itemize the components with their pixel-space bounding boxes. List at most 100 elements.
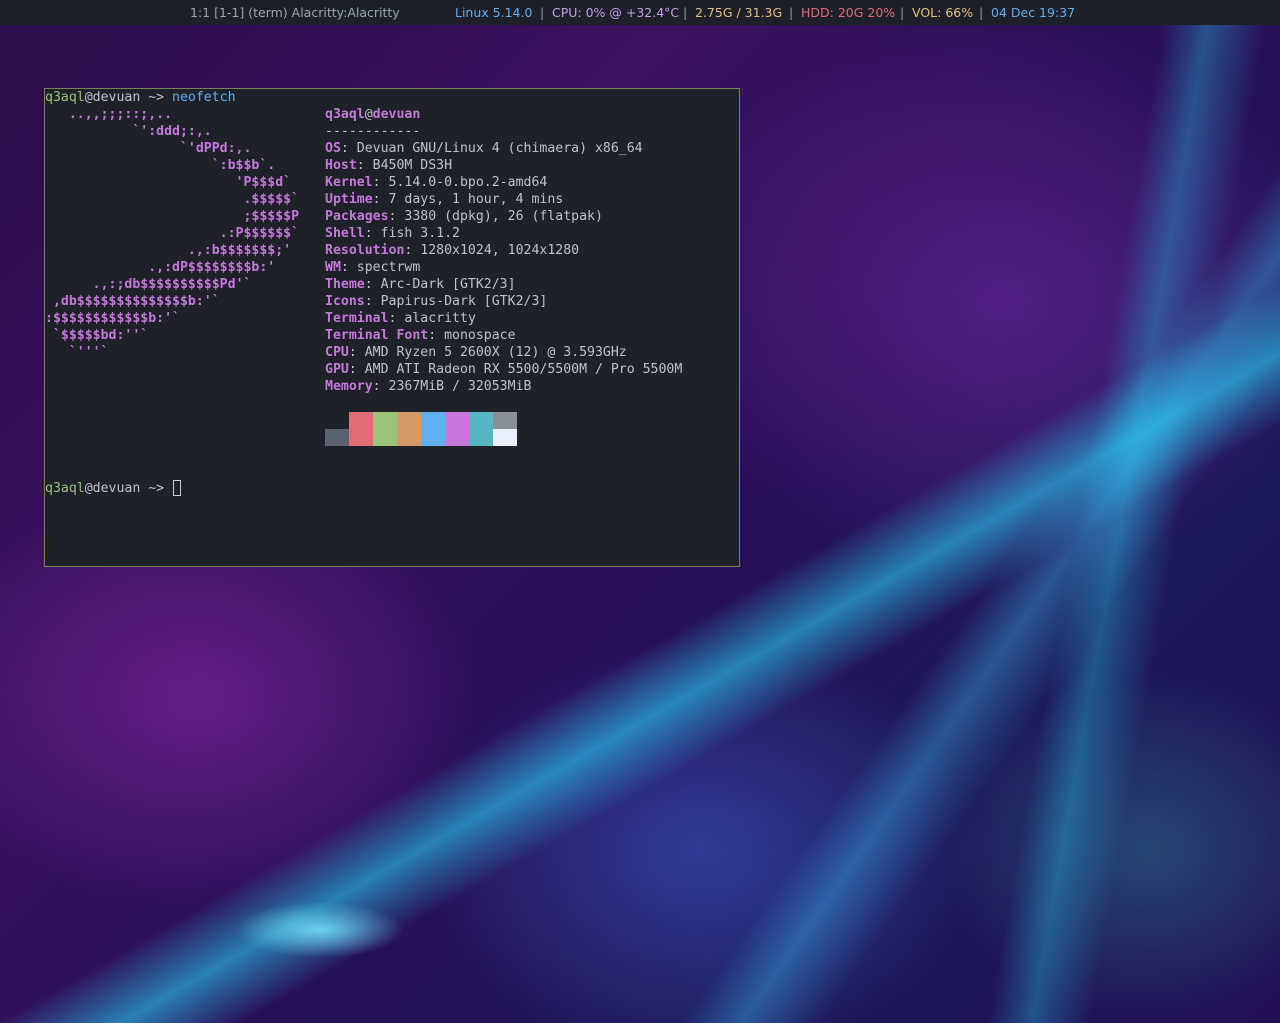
palette-swatch — [397, 429, 421, 446]
info-value: monospace — [444, 328, 516, 343]
logo-line: :$$$$$$$$$$$$b:'` — [45, 311, 180, 326]
logo-line: .,:b$$$$$$$;' — [45, 243, 292, 258]
info-row: Packages: 3380 (dpkg), 26 (flatpak) — [325, 208, 603, 225]
palette-swatch — [349, 412, 373, 429]
info-key: Terminal — [325, 311, 389, 326]
cpu-status: CPU: 0% @ +32.4°C — [552, 5, 680, 20]
palette-swatch — [373, 429, 397, 446]
info-separator: : — [372, 175, 389, 190]
logo-line: .$$$$$` — [45, 192, 300, 207]
prompt-arrow: ~> — [140, 481, 173, 496]
info-value: 3380 (dpkg), 26 (flatpak) — [404, 209, 603, 224]
info-row: Memory: 2367MiB / 32053MiB — [325, 378, 531, 395]
info-key: Packages — [325, 209, 389, 224]
info-key: Uptime — [325, 192, 373, 207]
info-value: 1280x1024, 1024x1280 — [420, 243, 580, 258]
logo-line: 'P$$$d` — [45, 175, 292, 190]
palette-swatch — [445, 429, 469, 446]
info-row: Shell: fish 3.1.2 — [325, 225, 460, 242]
palette-swatch — [325, 412, 349, 429]
logo-line: `':ddd;:,. — [45, 124, 212, 139]
info-value: alacritty — [404, 311, 476, 326]
kernel-status: Linux 5.14.0 — [455, 5, 533, 20]
info-key: OS — [325, 141, 341, 156]
info-at: @ — [364, 107, 373, 122]
prompt-line: q3aql@devuan ~> neofetch — [45, 89, 236, 106]
info-key: WM — [325, 260, 341, 275]
info-row: Terminal: alacritty — [325, 310, 476, 327]
info-value: spectrwm — [356, 260, 421, 275]
logo-line: `'dPPd:,. — [45, 141, 252, 156]
palette-swatch — [373, 412, 397, 429]
separator: | — [683, 5, 688, 20]
prompt-host: @devuan — [84, 90, 141, 105]
prompt-command: neofetch — [172, 90, 236, 105]
info-value: fish 3.1.2 — [380, 226, 460, 241]
prompt-user: q3aql — [45, 90, 85, 105]
info-row: Terminal Font: monospace — [325, 327, 516, 344]
info-user: q3aql — [325, 107, 365, 122]
info-separator: : — [356, 158, 373, 173]
logo-line: ..,,;;;::;,.. — [45, 107, 173, 122]
info-row: Host: B450M DS3H — [325, 157, 452, 174]
text-cursor — [173, 480, 181, 496]
info-value: Devuan GNU/Linux 4 (chimaera) x86_64 — [356, 141, 643, 156]
info-key: Terminal Font — [325, 328, 429, 343]
info-key: Resolution — [325, 243, 405, 258]
info-key: GPU — [325, 362, 349, 377]
prompt-user: q3aql — [45, 481, 85, 496]
palette-swatch — [421, 429, 445, 446]
info-separator: : — [404, 243, 421, 258]
info-value: AMD ATI Radeon RX 5500/5500M / Pro 5500M — [364, 362, 683, 377]
info-separator: : — [388, 209, 405, 224]
info-host: devuan — [372, 107, 421, 122]
separator: | — [900, 5, 905, 20]
logo-line: ,db$$$$$$$$$$$$$$b:'` — [45, 294, 220, 309]
info-value: Arc-Dark [GTK2/3] — [380, 277, 516, 292]
info-separator: : — [348, 362, 365, 377]
info-row: Uptime: 7 days, 1 hour, 4 mins — [325, 191, 563, 208]
info-separator: : — [348, 345, 365, 360]
info-separator: : — [388, 311, 405, 326]
info-row: Resolution: 1280x1024, 1024x1280 — [325, 242, 579, 259]
info-key: Icons — [325, 294, 365, 309]
info-value: 2367MiB / 32053MiB — [388, 379, 532, 394]
logo-line: .,:;db$$$$$$$$$$Pd'` — [45, 277, 252, 292]
info-value: 7 days, 1 hour, 4 mins — [388, 192, 564, 207]
separator: | — [540, 5, 545, 20]
palette-swatch — [421, 412, 445, 429]
info-separator: : — [340, 141, 357, 156]
logo-line: `'''` — [45, 345, 109, 360]
separator: | — [979, 5, 984, 20]
info-row: OS: Devuan GNU/Linux 4 (chimaera) x86_64 — [325, 140, 643, 157]
status-bar: 1:1 [1-1] (term) Alacritty:Alacritty Lin… — [0, 0, 1280, 25]
logo-line: .:P$$$$$$` — [45, 226, 300, 241]
date-time: 04 Dec 19:37 — [991, 5, 1076, 20]
info-key: Kernel — [325, 175, 373, 190]
info-row: WM: spectrwm — [325, 259, 420, 276]
hdd-status: HDD: 20G 20% — [801, 5, 896, 20]
prompt-arrow: ~> — [140, 90, 173, 105]
palette-swatch — [349, 429, 373, 446]
info-row: CPU: AMD Ryzen 5 2600X (12) @ 3.593GHz — [325, 344, 627, 361]
separator: | — [789, 5, 794, 20]
palette-swatch — [325, 429, 349, 446]
info-key: Memory — [325, 379, 373, 394]
info-row: Kernel: 5.14.0-0.bpo.2-amd64 — [325, 174, 547, 191]
info-title: q3aql@devuan — [325, 106, 420, 123]
info-row: GPU: AMD ATI Radeon RX 5500/5500M / Pro … — [325, 361, 682, 378]
palette-swatch — [493, 412, 517, 429]
info-value: 5.14.0-0.bpo.2-amd64 — [388, 175, 548, 190]
prompt-line-current: q3aql@devuan ~> — [45, 480, 172, 497]
info-separator: : — [340, 260, 357, 275]
info-underline: ------------ — [325, 124, 421, 139]
workspace-indicator[interactable]: 1:1 [1-1] (term) Alacritty:Alacritty — [190, 0, 400, 25]
palette-swatch — [397, 412, 421, 429]
logo-line: .,:dP$$$$$$$$b:' — [45, 260, 276, 275]
info-separator: : — [364, 294, 381, 309]
volume-status[interactable]: VOL: 66% — [912, 0, 973, 25]
prompt-host: @devuan — [84, 481, 141, 496]
terminal-window[interactable]: q3aql@devuan ~> neofetch ..,,;;;::;,.. `… — [44, 88, 740, 567]
info-key: Theme — [325, 277, 365, 292]
info-separator: : — [372, 379, 389, 394]
